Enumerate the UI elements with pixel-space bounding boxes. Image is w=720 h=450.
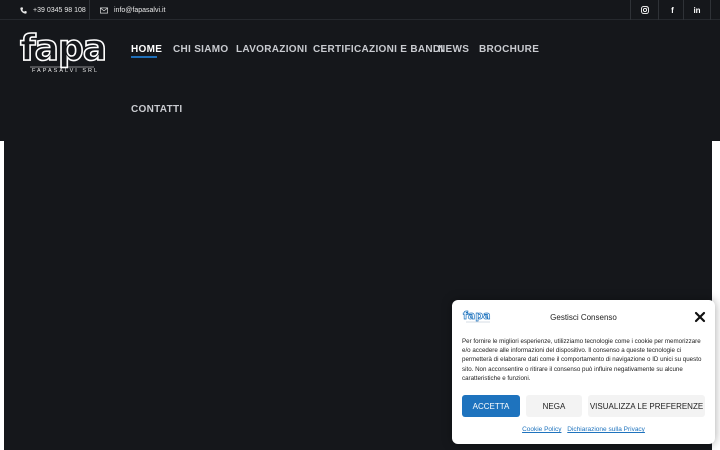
nav-active-indicator: [131, 56, 157, 58]
cookie-consent-modal: fapa Gestisci Consenso Per fornire le mi…: [452, 300, 715, 444]
nav-lavorazioni[interactable]: LAVORAZIONI: [236, 44, 307, 55]
top-bar: +39 0345 98 108 info@fapasalvi.it f in: [0, 0, 720, 20]
email-link[interactable]: info@fapasalvi.it: [100, 0, 165, 20]
nav-certificazioni-e-bandi[interactable]: CERTIFICAZIONI E BANDI: [313, 44, 444, 55]
preferences-button[interactable]: VISUALIZZA LE PREFERENZE: [588, 395, 705, 417]
cookie-description: Per fornire le migliori esperienze, util…: [462, 338, 702, 382]
email-address: info@fapasalvi.it: [114, 6, 166, 14]
privacy-statement-link[interactable]: Dichiarazione sulla Privacy: [567, 426, 645, 433]
nav-contatti[interactable]: CONTATTI: [131, 104, 182, 115]
cookie-policy-link[interactable]: Cookie Policy: [522, 426, 561, 433]
phone-icon: [20, 6, 27, 14]
nav-news[interactable]: NEWS: [438, 44, 469, 55]
instagram-icon: [640, 6, 649, 14]
site-header: fapa FAPASALVI SRL HOME CHI SIAMO LAVORA…: [0, 20, 720, 141]
logo-subtitle: FAPASALVI SRL: [32, 68, 100, 74]
instagram-link[interactable]: [630, 0, 658, 20]
nav-chi-siamo[interactable]: CHI SIAMO: [173, 44, 228, 55]
accept-button[interactable]: ACCETTA: [462, 395, 520, 417]
cookie-title: Gestisci Consenso: [550, 313, 617, 322]
svg-text:fapa: fapa: [20, 28, 106, 69]
topbar-divider: [89, 0, 90, 20]
facebook-icon: f: [671, 5, 674, 15]
deny-button[interactable]: NEGA: [526, 395, 582, 417]
close-icon[interactable]: [694, 311, 706, 323]
nav-brochure[interactable]: BROCHURE: [479, 44, 539, 55]
linkedin-link[interactable]: in: [683, 0, 711, 20]
mail-icon: [100, 7, 108, 13]
nav-home[interactable]: HOME: [131, 44, 162, 55]
facebook-link[interactable]: f: [658, 0, 686, 20]
cookie-links: Cookie Policy Dichiarazione sulla Privac…: [452, 426, 715, 433]
phone-number: +39 0345 98 108: [33, 6, 86, 14]
linkedin-icon: in: [693, 5, 701, 15]
phone-link[interactable]: +39 0345 98 108: [20, 0, 86, 20]
page: +39 0345 98 108 info@fapasalvi.it f in f…: [0, 0, 720, 450]
